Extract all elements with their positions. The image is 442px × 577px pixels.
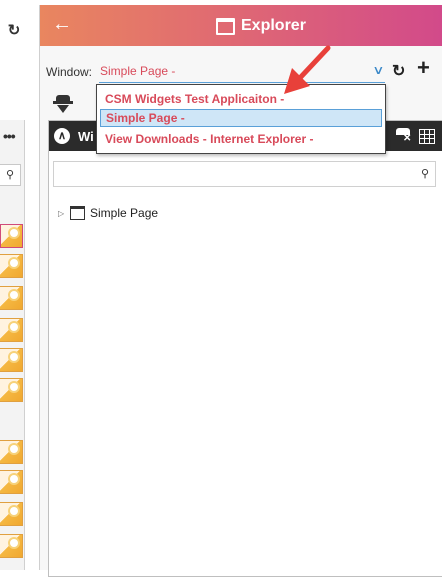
explorer-title-text: Explorer [241, 17, 306, 34]
tree-item-label: Simple Page [90, 206, 159, 220]
side-tile-icon[interactable] [0, 286, 23, 310]
tree-pane: ∧ Wi ✕ ⚲ ▷ Simple Page [48, 120, 442, 577]
side-tile-icon[interactable] [0, 318, 23, 342]
tree-item[interactable]: ▷ Simple Page [58, 205, 158, 221]
sync-icon[interactable]: ↻ [392, 61, 405, 81]
dropdown-option-selected[interactable]: Simple Page - [100, 109, 382, 127]
side-tile-icon[interactable] [0, 470, 23, 494]
window-label: Window: [46, 65, 93, 79]
side-tile-icon[interactable] [0, 254, 23, 278]
search-icon[interactable]: ⚲ [421, 167, 429, 180]
side-tile-icon[interactable] [0, 224, 23, 248]
more-options-button[interactable]: ••• [3, 128, 16, 144]
tree-search-box[interactable]: ⚲ [53, 161, 436, 187]
tree-pane-title: Wi [78, 129, 94, 144]
side-tile-icon[interactable] [0, 440, 23, 464]
collapse-icon[interactable]: ∧ [54, 128, 70, 144]
window-icon [70, 206, 85, 220]
dropdown-option[interactable]: View Downloads - Internet Explorer - [100, 130, 382, 148]
side-tile-icon[interactable] [0, 502, 23, 526]
expand-triangle-icon[interactable]: ▷ [58, 209, 68, 218]
side-tile-icon[interactable] [0, 534, 23, 558]
window-select-value: Simple Page - [100, 64, 176, 78]
add-button[interactable]: + [417, 57, 430, 79]
explorer-header: ← Explorer [40, 5, 442, 46]
tree-search-input[interactable] [58, 164, 412, 186]
chevron-down-icon[interactable]: ∨ [372, 63, 384, 77]
side-tile-icon[interactable] [0, 348, 23, 372]
window-icon [216, 17, 235, 35]
explorer-title: Explorer [216, 16, 306, 36]
side-tile-icon[interactable] [0, 378, 23, 402]
grid-icon[interactable] [419, 129, 435, 144]
refresh-icon[interactable]: ↻ [5, 22, 23, 40]
dropdown-option[interactable]: CSM Widgets Test Applicaiton - [100, 90, 382, 108]
window-dropdown-list: CSM Widgets Test Applicaiton - Simple Pa… [96, 84, 386, 154]
back-arrow-icon[interactable]: ← [52, 13, 72, 35]
spy-remove-icon[interactable]: ✕ [394, 128, 412, 144]
spy-icon[interactable] [53, 95, 73, 113]
side-search-icon[interactable]: ⚲ [0, 164, 21, 186]
window-select[interactable]: Simple Page - ∨ [99, 62, 385, 83]
